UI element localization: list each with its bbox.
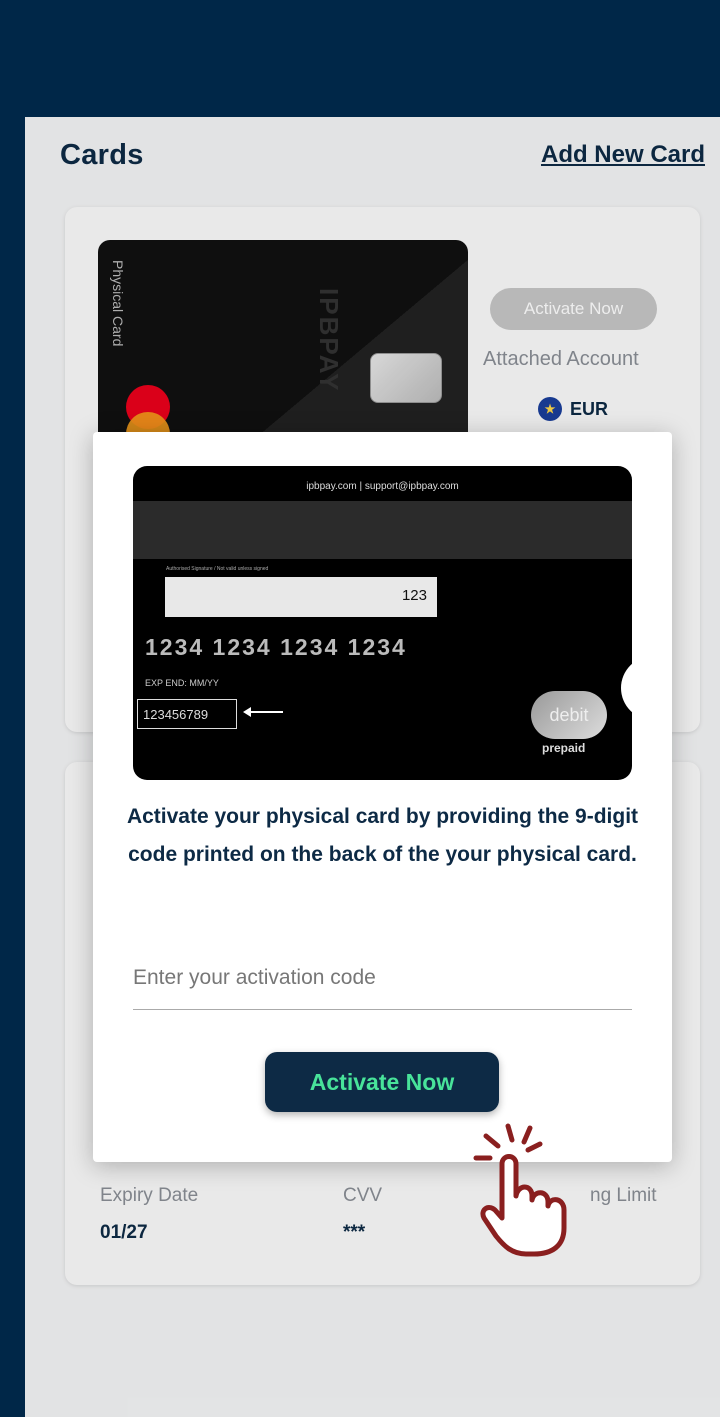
attached-account-label: Attached Account xyxy=(483,348,639,370)
activation-code-input[interactable] xyxy=(133,946,632,1010)
magnetic-stripe xyxy=(133,501,632,559)
card-back-cvv: 123 xyxy=(401,587,427,604)
currency-code: EUR xyxy=(570,398,609,419)
activate-now-button-disabled[interactable]: Activate Now xyxy=(490,288,657,330)
activate-card-modal: ipbpay.com | support@ipbpay.com Authoris… xyxy=(93,432,672,1162)
page-title: Cards xyxy=(60,139,144,171)
debit-badge: debit xyxy=(531,691,607,739)
cvv-value: *** xyxy=(343,1222,366,1243)
expiry-date-value: 01/27 xyxy=(100,1222,148,1243)
expiry-date-label: Expiry Date xyxy=(100,1185,199,1206)
activation-code-sample: 123456789 xyxy=(137,699,237,729)
card-back-exp: EXP END: MM/YY xyxy=(145,678,219,688)
signature-caption: Authorised Signature / Not valid unless … xyxy=(166,566,269,572)
spending-limit-label: ng Limit xyxy=(590,1185,657,1206)
card-back-image: ipbpay.com | support@ipbpay.com Authoris… xyxy=(133,466,632,780)
activation-instructions: Activate your physical card by providing… xyxy=(126,805,639,866)
eu-flag-icon: ★ xyxy=(538,397,562,421)
cvv-label: CVV xyxy=(343,1185,383,1206)
chip-icon xyxy=(370,353,442,403)
card-brand: IPBPAY xyxy=(314,288,344,393)
attached-currency: ★ EUR xyxy=(538,397,608,421)
card-back-contact: ipbpay.com | support@ipbpay.com xyxy=(306,481,459,492)
activate-now-button[interactable]: Activate Now xyxy=(265,1052,499,1112)
add-new-card-link[interactable]: Add New Card xyxy=(541,141,705,169)
arrow-left-icon xyxy=(243,707,283,717)
card-back-number: 1234 1234 1234 1234 xyxy=(145,634,407,660)
prepaid-label: prepaid xyxy=(542,741,586,755)
pointer-hand-icon xyxy=(473,1123,567,1257)
signature-strip: 123 xyxy=(165,577,437,617)
card-type-label: Physical Card xyxy=(110,260,126,347)
